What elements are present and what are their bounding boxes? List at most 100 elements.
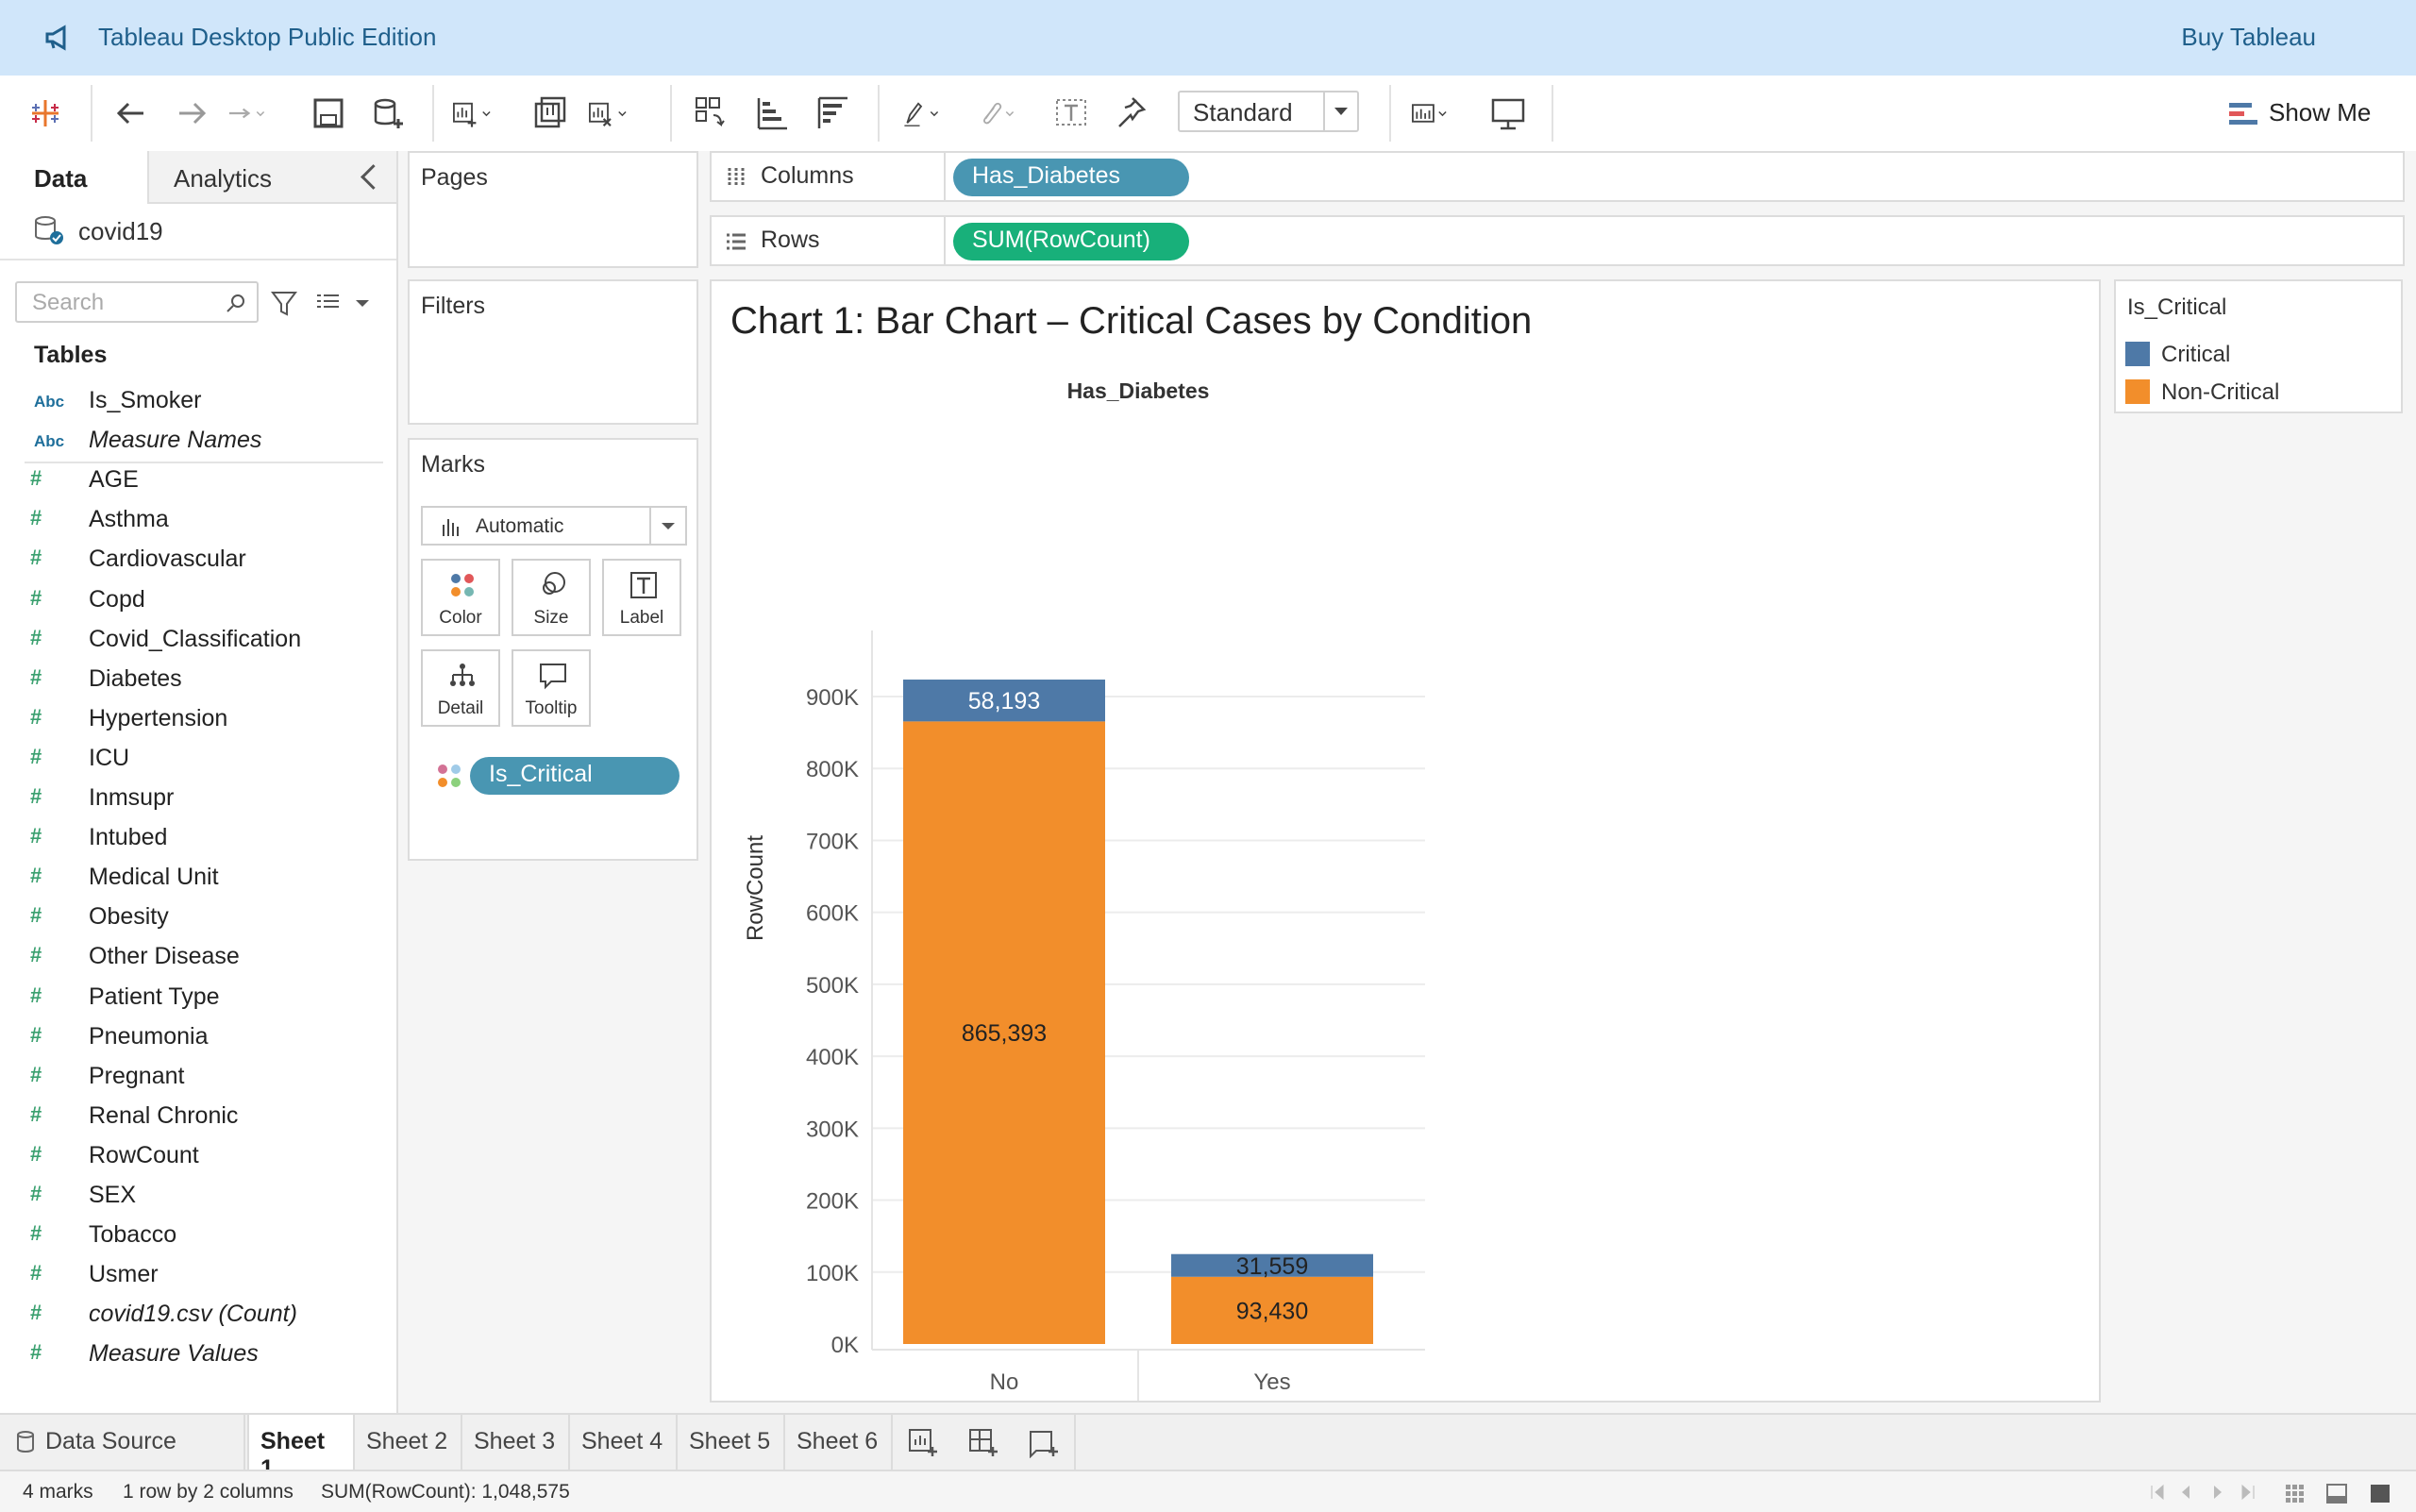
highlight-icon[interactable] [900,92,942,134]
detail-button[interactable]: Detail [421,649,500,727]
search-input[interactable]: Search [15,281,259,323]
field-item[interactable]: Intubed [89,824,167,851]
duplicate-sheet-icon[interactable] [530,92,572,134]
label-button[interactable]: Label [602,559,681,636]
fit-select[interactable]: Standard [1178,91,1359,132]
x-tick-label: Yes [1253,1369,1290,1395]
field-item[interactable]: RowCount [89,1142,199,1169]
field-item[interactable]: Obesity [89,903,169,931]
swap-rows-columns-icon[interactable] [691,92,732,134]
tab-analytics[interactable]: Analytics [147,151,396,204]
number-field-icon: # [30,943,42,967]
new-datasource-icon[interactable] [368,92,410,134]
tab-sheet-6[interactable]: Sheet 6 [785,1415,893,1470]
number-field-icon: # [30,704,42,729]
tab-sheet-4[interactable]: Sheet 4 [570,1415,678,1470]
field-item[interactable]: Medical Unit [89,864,219,891]
presentation-mode-icon[interactable] [1487,92,1529,134]
legend-swatch [2125,342,2150,366]
string-field-icon: Abc [34,393,65,411]
tab-sheet-5[interactable]: Sheet 5 [678,1415,785,1470]
rows-shelf[interactable]: Rows SUM(RowCount) [710,215,2405,266]
tab-data-source[interactable]: Data Source [0,1415,245,1470]
legend-item-non-critical[interactable]: Non-Critical [2125,374,2399,410]
field-item[interactable]: covid19.csv (Count) [89,1301,297,1328]
group-members-icon[interactable] [976,92,1017,134]
save-icon[interactable] [308,92,349,134]
y-tick-label: 800K [806,757,859,782]
chart-view[interactable]: Chart 1: Bar Chart – Critical Cases by C… [710,279,2101,1403]
show-me-icon[interactable] [2227,100,2259,128]
color-pill[interactable]: Is_Critical [470,757,680,795]
field-item[interactable]: Hypertension [89,705,227,732]
legend-item-critical[interactable]: Critical [2125,336,2399,372]
pages-card[interactable]: Pages [408,151,698,268]
new-worksheet-icon[interactable] [451,92,493,134]
field-item[interactable]: Other Disease [89,943,240,970]
new-worksheet-icon[interactable] [908,1428,940,1458]
tab-sheet-1[interactable]: Sheet 1 [247,1415,355,1482]
tooltip-icon [540,664,566,690]
tooltip-button[interactable]: Tooltip [512,649,591,727]
tableau-logo-icon[interactable] [25,92,66,134]
columns-shelf[interactable]: Columns Has_Diabetes [710,151,2405,202]
app-title: Tableau Desktop Public Edition [98,23,437,51]
size-icon [543,572,565,595]
color-button[interactable]: Color [421,559,500,636]
filters-card[interactable]: Filters [408,279,698,425]
field-item[interactable]: Asthma [89,506,169,533]
field-item[interactable]: Cardiovascular [89,546,246,573]
field-item[interactable]: Covid_Classification [89,626,301,653]
sort-descending-icon[interactable] [812,92,853,134]
mark-type-select[interactable]: Automatic [421,506,687,546]
field-item[interactable]: Is_Smoker [89,387,201,414]
number-field-icon: # [30,546,42,570]
size-button[interactable]: Size [512,559,591,636]
tab-sheet-2[interactable]: Sheet 2 [355,1415,462,1470]
show-me-button[interactable]: Show Me [2269,98,2371,127]
page-navigation-icons[interactable] [2148,1483,2261,1502]
new-dashboard-icon[interactable] [968,1428,1000,1458]
show-cards-icon[interactable] [1410,92,1451,134]
tables-heading: Tables [34,342,108,368]
color-legend[interactable]: Is_Critical Critical Non-Critical [2114,279,2403,413]
pin-icon[interactable] [1110,92,1151,134]
label-label: Label [619,608,664,628]
view-mode-icons[interactable] [2284,1483,2397,1504]
field-item[interactable]: ICU [89,745,129,772]
field-item[interactable]: SEX [89,1182,136,1209]
field-item[interactable]: Patient Type [89,983,220,1011]
field-item[interactable]: AGE [89,466,139,494]
show-mark-labels-icon[interactable] [1051,92,1093,134]
fit-select-value: Standard [1193,98,1293,126]
filter-icon[interactable] [270,289,298,317]
tab-data[interactable]: Data [0,151,147,204]
field-item[interactable]: Measure Values [89,1340,259,1368]
datasource-item[interactable]: covid19 [35,216,163,246]
tab-sheet-3[interactable]: Sheet 3 [462,1415,570,1470]
field-item[interactable]: Pregnant [89,1063,184,1090]
undo-icon[interactable] [111,92,153,134]
columns-pill[interactable]: Has_Diabetes [953,159,1189,196]
field-item[interactable]: Diabetes [89,665,182,693]
chevron-down-icon[interactable] [353,294,372,313]
field-item[interactable]: Usmer [89,1261,159,1288]
rows-pill[interactable]: SUM(RowCount) [953,223,1189,260]
number-field-icon: # [30,506,42,530]
buy-tableau-link[interactable]: Buy Tableau [2181,23,2316,52]
status-bar: 4 marks 1 row by 2 columns SUM(RowCount)… [0,1470,2416,1512]
clear-sheet-icon[interactable] [587,92,629,134]
field-item[interactable]: Renal Chronic [89,1102,238,1130]
bar-chart[interactable]: 0K 100K 200K 300K 400K 500K 600K 700K 800K 900K Ro… [712,281,2099,1401]
field-item[interactable]: Measure Names [89,427,261,454]
sort-ascending-icon[interactable] [751,92,793,134]
view-list-icon[interactable] [313,289,342,317]
redo-icon[interactable] [170,92,211,134]
replay-icon[interactable] [226,92,268,134]
field-item[interactable]: Tobacco [89,1221,176,1249]
number-field-icon: # [30,1221,42,1246]
field-item[interactable]: Copd [89,586,145,613]
field-item[interactable]: Inmsupr [89,784,174,812]
field-item[interactable]: Pneumonia [89,1023,208,1050]
new-story-icon[interactable] [1029,1428,1061,1458]
